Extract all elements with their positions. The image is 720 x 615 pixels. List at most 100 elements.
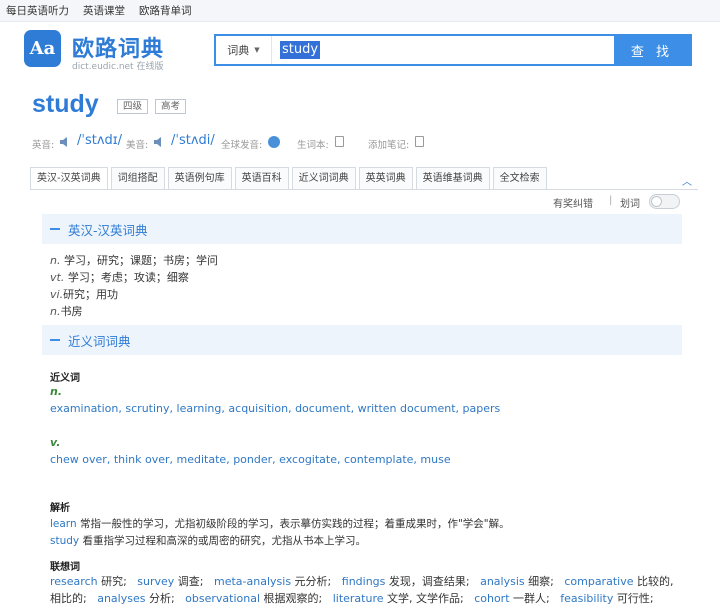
association-meaning: 根据观察的; xyxy=(260,592,333,605)
verb-synonyms: chew over, think over, meditate, ponder,… xyxy=(50,453,451,466)
collapse-dash-icon[interactable] xyxy=(50,228,60,230)
section-title: 近义词词典 xyxy=(68,333,131,349)
synonym-link[interactable]: contemplate xyxy=(344,453,413,466)
association-word-link[interactable]: comparative xyxy=(564,575,633,588)
tabs-divider xyxy=(30,189,698,190)
search-button[interactable]: 查 找 xyxy=(614,36,690,64)
toolbar-separator: | xyxy=(609,195,613,206)
pos-verb: v. xyxy=(50,436,61,449)
associations-label: 联想词 xyxy=(50,562,80,573)
analysis-word-link[interactable]: study xyxy=(50,535,79,547)
synonym-link[interactable]: excogitate xyxy=(279,453,337,466)
synonym-link[interactable]: think over xyxy=(114,453,170,466)
association-word-link[interactable]: meta-analysis xyxy=(214,575,291,588)
definition-line: vi.研究；用功 xyxy=(50,288,119,301)
association-meaning: 元分析; xyxy=(291,575,342,588)
search-bar: 词典 ▼ study 查 找 xyxy=(214,34,692,66)
association-word-link[interactable]: findings xyxy=(342,575,386,588)
synonym-link[interactable]: chew over xyxy=(50,453,107,466)
uk-speaker-icon[interactable] xyxy=(60,136,70,148)
definition-line: n. 学习，研究；课题；书房；学问 xyxy=(50,254,218,267)
search-input[interactable] xyxy=(272,36,614,64)
association-word-link[interactable]: analysis xyxy=(480,575,525,588)
association-meaning: 细察; xyxy=(524,575,565,588)
top-link-vocabulary[interactable]: 欧路背单词 xyxy=(139,3,192,18)
section-header-dict: 英汉-汉英词典 xyxy=(42,214,682,244)
pronunciation-row: 英音: /ˈstʌdɪ/ 美音: /ˈstʌdi/ 全球发音: 生词本: 添加笔… xyxy=(0,130,720,158)
synonym-link[interactable]: muse xyxy=(420,453,450,466)
association-meaning: 一群人; xyxy=(509,592,561,605)
associations-list: research 研究; survey 调查; meta-analysis 元分… xyxy=(50,573,686,607)
analysis-word-link[interactable]: learn xyxy=(50,518,77,530)
synonym-link[interactable]: learning xyxy=(177,402,222,415)
word-head: study 四级 高考 xyxy=(0,90,720,130)
synonym-link[interactable]: examination xyxy=(50,402,118,415)
section-title: 英汉-汉英词典 xyxy=(68,222,148,238)
analysis-line: study 看重指学习过程和高深的或周密的研究，尤指从书本上学习。 xyxy=(50,535,366,547)
feedback-link[interactable]: 有奖纠错 xyxy=(553,195,593,210)
toggle-knob xyxy=(651,196,662,207)
tab-en-cn-dict[interactable]: 英汉-汉英词典 xyxy=(30,167,108,189)
synonym-link[interactable]: scrutiny xyxy=(125,402,169,415)
wordbook-icon[interactable] xyxy=(335,136,344,147)
synonym-link[interactable]: papers xyxy=(463,402,501,415)
synonyms-label: 近义词 xyxy=(50,373,80,384)
header: Aa 欧路词典 dict.eudic.net 在线版 词典 ▼ study 查 … xyxy=(0,22,720,90)
synonym-link[interactable]: meditate xyxy=(177,453,227,466)
association-meaning: 可行性; xyxy=(613,592,665,605)
global-pron-label: 全球发音: xyxy=(221,140,263,151)
caret-down-icon: ▼ xyxy=(254,46,260,54)
analysis-label: 解析 xyxy=(50,503,70,514)
synonym-link[interactable]: written document xyxy=(358,402,456,415)
tab-phrases[interactable]: 词组搭配 xyxy=(110,167,165,189)
top-link-english-class[interactable]: 英语课堂 xyxy=(83,3,125,18)
search-mode-select[interactable]: 词典 ▼ xyxy=(216,36,272,64)
tab-en-en-dict[interactable]: 英英词典 xyxy=(358,167,413,189)
top-links-bar: 每日英语听力 英语课堂 欧路背单词 xyxy=(0,0,720,22)
noun-synonyms: examination, scrutiny, learning, acquisi… xyxy=(50,402,501,415)
collapse-dash-icon[interactable] xyxy=(50,339,60,341)
add-note-label: 添加笔记: xyxy=(368,140,410,151)
synonym-link[interactable]: acquisition xyxy=(228,402,288,415)
search-input-selected-text: study xyxy=(280,41,321,59)
tab-fulltext-search[interactable]: 全文检索 xyxy=(492,167,547,189)
logo-subtitle: dict.eudic.net 在线版 xyxy=(72,62,164,72)
definition-line: n.书房 xyxy=(50,305,83,318)
add-note-icon[interactable] xyxy=(415,136,424,147)
tab-synonyms[interactable]: 近义词词典 xyxy=(291,167,356,189)
wordbook-label: 生词本: xyxy=(297,140,329,151)
synonym-link[interactable]: ponder xyxy=(233,453,272,466)
search-mode-label: 词典 xyxy=(227,44,250,57)
us-speaker-icon[interactable] xyxy=(154,136,164,148)
globe-icon[interactable] xyxy=(268,136,280,148)
association-word-link[interactable]: feasibility xyxy=(560,592,613,605)
association-meaning: 调查; xyxy=(174,575,215,588)
synonym-link[interactable]: document xyxy=(295,402,351,415)
tab-example-sentences[interactable]: 英语例句库 xyxy=(167,167,232,189)
huaci-toggle[interactable] xyxy=(649,194,680,209)
association-word-link[interactable]: literature xyxy=(333,592,384,605)
level-tag-gaokao: 高考 xyxy=(155,99,187,114)
level-tag-cet4: 四级 xyxy=(117,99,149,114)
top-link-daily-listening[interactable]: 每日英语听力 xyxy=(6,3,69,18)
association-meaning: 分析; xyxy=(145,592,186,605)
association-meaning: 发现，调查结果; xyxy=(385,575,481,588)
headword: study xyxy=(32,90,99,118)
huaci-label: 划词 xyxy=(620,199,640,210)
tab-wiktionary[interactable]: 英语维基词典 xyxy=(415,167,490,189)
dictionary-tabs: 英汉-汉英词典 词组搭配 英语例句库 英语百科 近义词词典 英英词典 英语维基词… xyxy=(30,167,547,189)
tab-encyclopedia[interactable]: 英语百科 xyxy=(234,167,289,189)
association-word-link[interactable]: research xyxy=(50,575,98,588)
analysis-line: learn 常指一般性的学习，尤指初级阶段的学习，表示摹仿实践的过程；着重成果时… xyxy=(50,518,510,530)
uk-phonetic: /ˈstʌdɪ/ xyxy=(77,133,122,148)
association-word-link[interactable]: analyses xyxy=(97,592,145,605)
logo-icon[interactable]: Aa xyxy=(24,30,61,67)
association-meaning: 文学, 文学作品; xyxy=(383,592,475,605)
association-word-link[interactable]: survey xyxy=(137,575,174,588)
pos-noun: n. xyxy=(50,385,63,398)
association-word-link[interactable]: cohort xyxy=(474,592,509,605)
us-phonetic: /ˈstʌdi/ xyxy=(171,133,215,148)
chevron-up-icon[interactable]: ︿ xyxy=(682,173,692,188)
association-meaning: 研究; xyxy=(97,575,138,588)
association-word-link[interactable]: observational xyxy=(185,592,260,605)
